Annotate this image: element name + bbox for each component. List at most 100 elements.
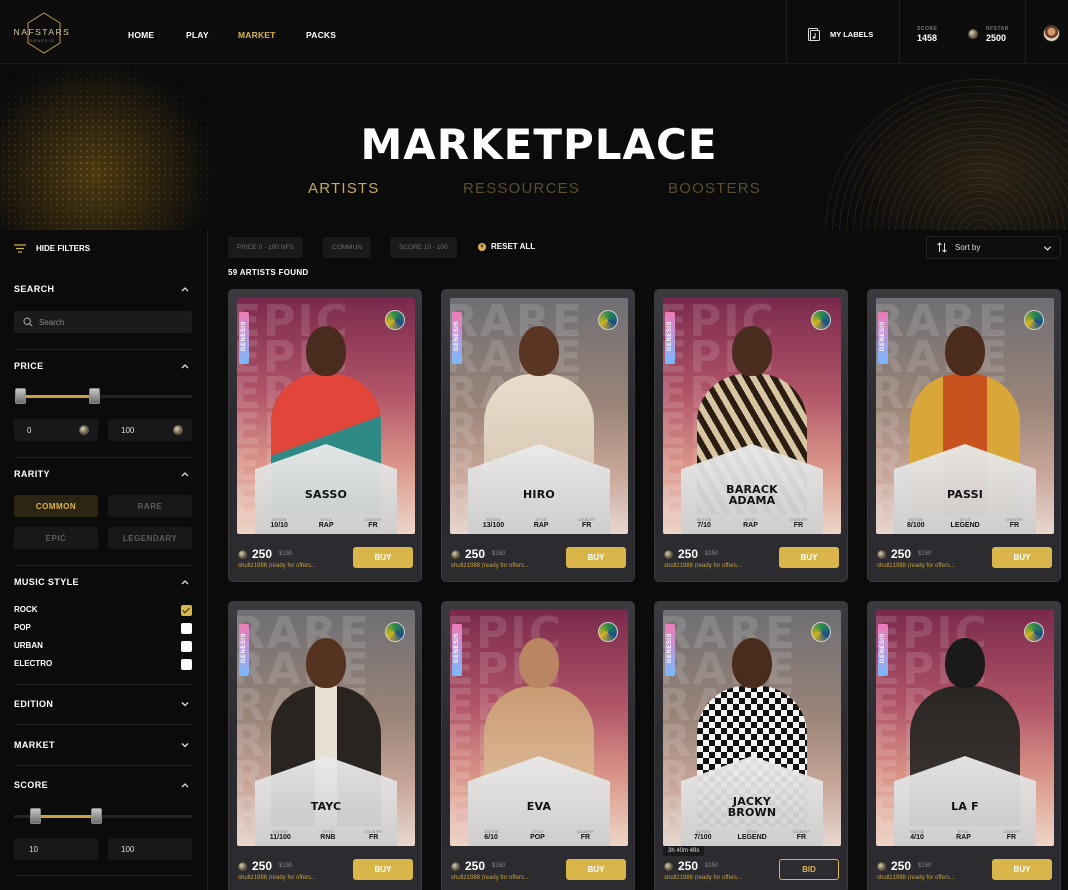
card-stats: EDITION 10/10 STYLE RAP COUNTRY FR bbox=[255, 518, 397, 529]
nav-packs[interactable]: PACKS bbox=[306, 30, 336, 40]
artist-card[interactable]: EPICEPICEPICEPICEPICEPIC GENESIS SASSO E… bbox=[228, 289, 422, 582]
artist-card[interactable]: RARERARERARERARERARERARE GENESIS PASSI E… bbox=[867, 289, 1061, 582]
style-value: RAP bbox=[318, 522, 334, 529]
chevron-up-icon[interactable] bbox=[180, 361, 190, 371]
seller-name[interactable]: shultz1988 (ready for offers... bbox=[238, 563, 316, 569]
my-labels-button[interactable]: MY LABELS bbox=[806, 26, 873, 42]
seller-name[interactable]: shultz1988 (ready for offers... bbox=[877, 563, 955, 569]
seller-name[interactable]: shultz1988 (ready for offers... bbox=[664, 563, 742, 569]
edition-stat: EDITION 7/10 bbox=[697, 518, 711, 529]
style-option-electro[interactable]: ELECTRO bbox=[14, 659, 192, 671]
buy-button[interactable]: BUY bbox=[566, 547, 626, 568]
price-value: 250 bbox=[678, 859, 699, 873]
tab-artists[interactable]: ARTISTS bbox=[308, 180, 379, 197]
divider bbox=[14, 349, 192, 350]
style-value: LEGEND bbox=[737, 834, 767, 841]
nav-market[interactable]: MARKET bbox=[238, 30, 276, 40]
chevron-up-icon[interactable] bbox=[180, 577, 190, 587]
sort-dropdown[interactable]: Sort by bbox=[926, 236, 1061, 259]
artist-card[interactable]: EPICEPICEPICEPICEPICEPIC GENESIS LA F ED… bbox=[867, 601, 1061, 890]
active-filter-chip[interactable]: SCORE 10 - 100 bbox=[390, 237, 457, 258]
nfstar-label: NFSTAR bbox=[986, 26, 1009, 32]
label-emblem-icon bbox=[811, 310, 831, 330]
chevron-down-icon[interactable] bbox=[180, 699, 190, 709]
reset-all-button[interactable]: × RESET ALL bbox=[478, 242, 535, 251]
rock-checkbox[interactable] bbox=[181, 605, 192, 616]
chevron-down-icon[interactable] bbox=[180, 740, 190, 750]
rarity-epic-button[interactable]: EPIC bbox=[14, 527, 98, 549]
artist-card[interactable]: RARERARERARERARERARERARE GENESIS HIRO ED… bbox=[441, 289, 635, 582]
card-stats: EDITION 7/10 STYLE RAP COUNTRY FR bbox=[681, 518, 823, 529]
active-filter-chip[interactable]: PRICE 0 - 100 NFS bbox=[228, 237, 303, 258]
nfstar-coin-icon bbox=[968, 29, 978, 39]
edition-stat: EDITION 4/10 bbox=[910, 830, 924, 841]
nav-home[interactable]: HOME bbox=[128, 30, 154, 40]
edition-section-title[interactable]: EDITION bbox=[14, 699, 53, 709]
nfstar-coin-icon bbox=[877, 861, 886, 871]
score-min-input[interactable]: 10 bbox=[14, 838, 98, 860]
price-min-input[interactable]: 0 bbox=[14, 419, 98, 441]
buy-button[interactable]: BUY bbox=[779, 547, 839, 568]
market-section-title[interactable]: MARKET bbox=[14, 740, 55, 750]
divider bbox=[14, 875, 192, 876]
nafstars-logo[interactable]: NAFSTARS GENESIS bbox=[10, 12, 74, 54]
card-stats: EDITION 4/10 STYLE RAP COUNTRY FR bbox=[894, 830, 1036, 841]
artist-name: PASSI bbox=[946, 488, 983, 501]
price-max-input[interactable]: 100 bbox=[108, 419, 192, 441]
tab-ressources[interactable]: RESSOURCES bbox=[463, 180, 580, 197]
buy-button[interactable]: BUY bbox=[353, 859, 413, 880]
tab-boosters[interactable]: BOOSTERS bbox=[668, 180, 761, 197]
edition-stat: EDITION 11/100 bbox=[270, 830, 291, 841]
artist-card[interactable]: RARERARERARERARERARERARE GENESIS TAYC ED… bbox=[228, 601, 422, 890]
genesis-label: GENESIS bbox=[880, 632, 886, 664]
pop-checkbox[interactable] bbox=[181, 623, 192, 634]
price-slider-max-handle[interactable] bbox=[88, 388, 100, 404]
logo-text: NAFSTARS bbox=[13, 27, 71, 37]
style-option-rock[interactable]: ROCK bbox=[14, 605, 192, 617]
price-value: 250 bbox=[891, 859, 912, 873]
seller-name[interactable]: shultz1988 (ready for offers... bbox=[877, 875, 955, 881]
artist-name: LA F bbox=[951, 800, 979, 813]
rarity-common-button[interactable]: COMMON bbox=[14, 495, 98, 517]
artist-card[interactable]: EPICEPICEPICEPICEPICEPIC GENESIS EVA EDI… bbox=[441, 601, 635, 890]
price-slider-fill bbox=[20, 395, 94, 398]
urban-checkbox[interactable] bbox=[181, 641, 192, 652]
artist-card[interactable]: RARERARERARERARERARERARE GENESIS JACKY B… bbox=[654, 601, 848, 890]
buy-button[interactable]: BUY bbox=[992, 859, 1052, 880]
seller-name[interactable]: shultz1988 (ready for offers... bbox=[238, 875, 316, 881]
rarity-legendary-button[interactable]: LEGENDARY bbox=[108, 527, 192, 549]
score-slider-max-handle[interactable] bbox=[90, 808, 102, 824]
search-section-title: SEARCH bbox=[14, 284, 55, 294]
seller-name[interactable]: shultz1988 (ready for offers... bbox=[451, 563, 529, 569]
bid-button[interactable]: BID bbox=[779, 859, 839, 880]
artist-card[interactable]: EPICEPICEPICEPICEPICEPIC GENESIS BARACK … bbox=[654, 289, 848, 582]
score-max-value: 100 bbox=[121, 844, 135, 854]
chevron-up-icon[interactable] bbox=[180, 284, 190, 294]
buy-button[interactable]: BUY bbox=[566, 859, 626, 880]
hide-filters-button[interactable]: HIDE FILTERS bbox=[14, 244, 90, 253]
card-price: 250 $150 bbox=[877, 547, 931, 561]
user-avatar[interactable] bbox=[1043, 25, 1060, 42]
label-emblem-icon bbox=[811, 622, 831, 642]
buy-button[interactable]: BUY bbox=[353, 547, 413, 568]
style-option-urban[interactable]: URBAN bbox=[14, 641, 192, 653]
chevron-up-icon[interactable] bbox=[180, 780, 190, 790]
artist-name: BARACK ADAMA bbox=[726, 483, 778, 507]
price-slider-min-handle[interactable] bbox=[15, 388, 26, 404]
active-filter-chip[interactable]: COMMUN bbox=[323, 237, 371, 258]
electro-checkbox[interactable] bbox=[181, 659, 192, 670]
music-label-icon bbox=[808, 27, 820, 41]
buy-button[interactable]: BUY bbox=[992, 547, 1052, 568]
chevron-up-icon[interactable] bbox=[180, 469, 190, 479]
nav-play[interactable]: PLAY bbox=[186, 30, 209, 40]
style-option-pop[interactable]: POP bbox=[14, 623, 192, 635]
price-slider[interactable] bbox=[20, 395, 192, 398]
score-slider-min-handle[interactable] bbox=[30, 808, 42, 824]
score-max-input[interactable]: 100 bbox=[108, 838, 192, 860]
nfstar-coin-icon bbox=[238, 861, 247, 871]
seller-name[interactable]: shultz1988 (ready for offers... bbox=[664, 875, 742, 881]
search-input[interactable]: Search bbox=[14, 311, 192, 333]
card-artwork: RARERARERARERARERARERARE GENESIS JACKY B… bbox=[663, 610, 841, 846]
seller-name[interactable]: shultz1988 (ready for offers... bbox=[451, 875, 529, 881]
rarity-rare-button[interactable]: RARE bbox=[108, 495, 192, 517]
